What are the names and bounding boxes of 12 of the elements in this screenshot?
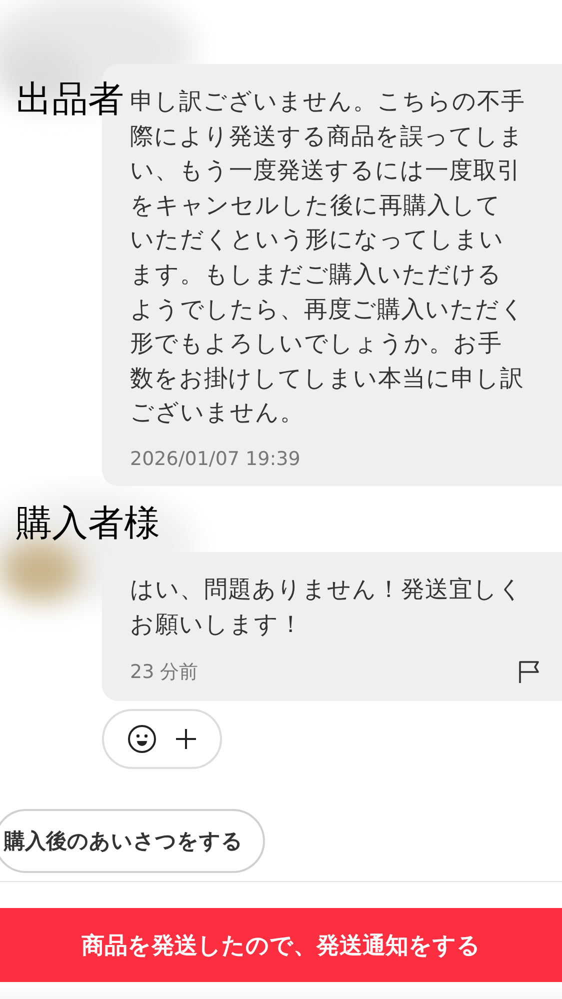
message-text: 申し訳ございません。こちらの不手際により発送する商品を誤ってしまい、もう一度発送するには一度取引をキャンセルした後に再購入していただくという形になってしまいます。もしまだご購入いただけるようでしたら、再度ご購入いただく形でもよろしいでしょうか。お手数をお掛けしてしまい本当に申し訳ございません。 — [130, 86, 525, 428]
sender-name: 出品者 — [16, 82, 124, 118]
smiley-icon — [126, 724, 156, 754]
ship-notify-button[interactable]: 商品を発送したので、発送通知をする — [0, 908, 562, 982]
message-time: 2026/01/07 19:39 — [130, 448, 300, 470]
reaction-button[interactable] — [102, 709, 222, 770]
greeting-button[interactable]: 購入後のあいさつをする — [0, 809, 265, 874]
message-text: はい、問題ありません！発送宜しくお願いします！ — [130, 574, 524, 640]
sender-name: 購入者様 — [16, 506, 160, 542]
message-time: 23 分前 — [130, 660, 198, 686]
plus-icon — [174, 727, 198, 752]
flag-icon[interactable] — [518, 660, 540, 684]
